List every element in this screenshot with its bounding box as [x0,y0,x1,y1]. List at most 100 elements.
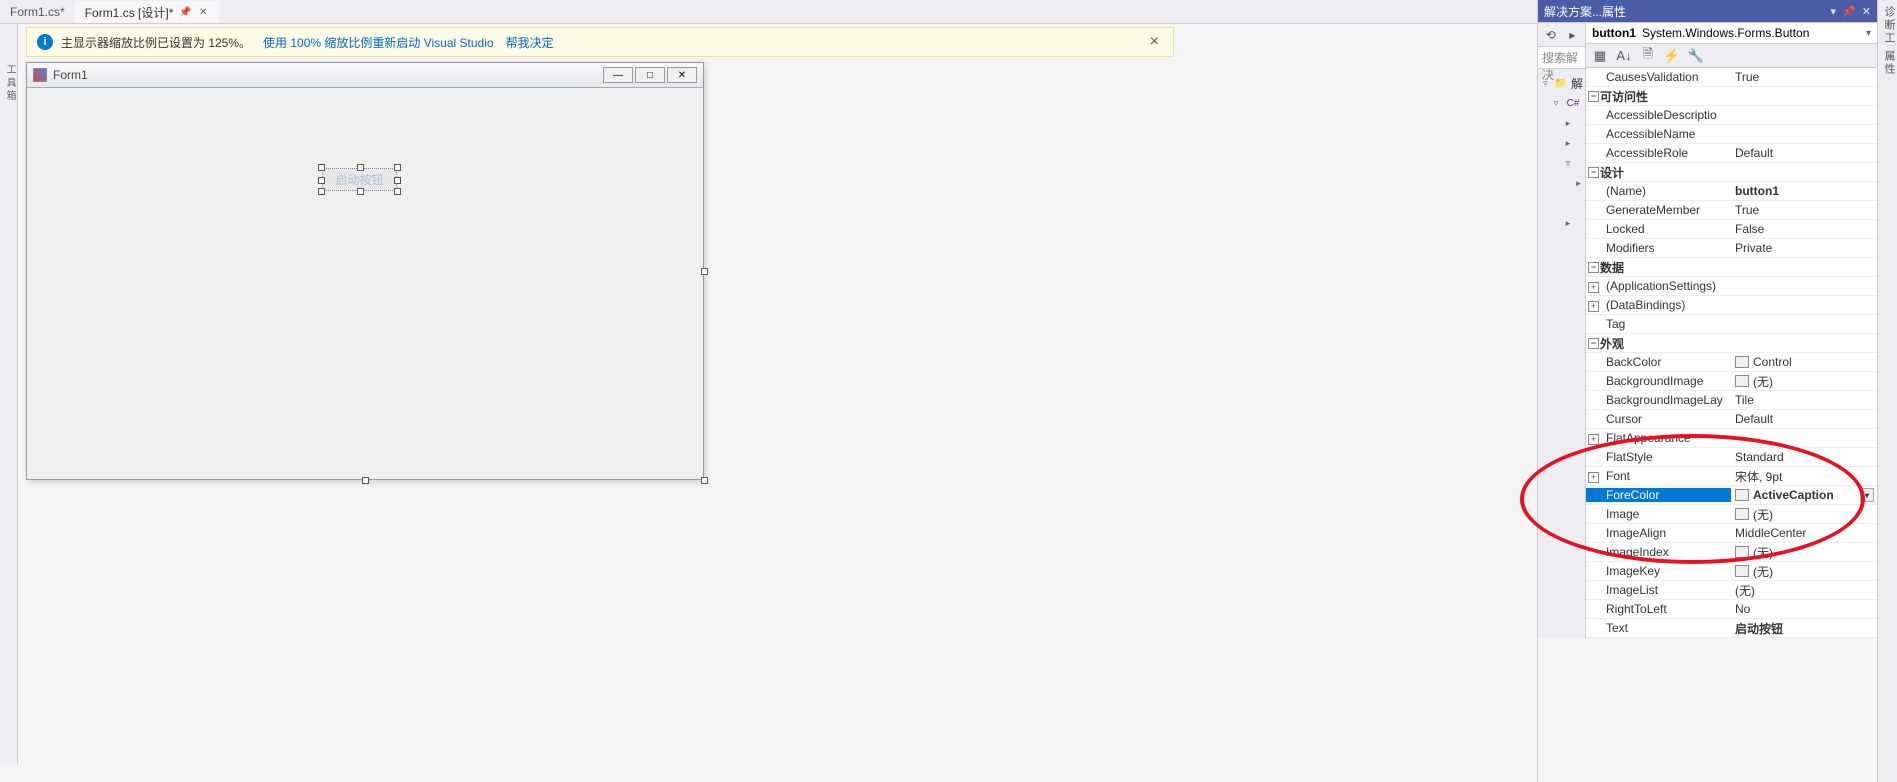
expand-icon[interactable]: + [1588,282,1599,293]
property-value[interactable]: Control [1731,355,1877,369]
expand-icon[interactable]: − [1588,167,1599,178]
property-row[interactable]: BackgroundImageLayTile [1586,391,1877,410]
property-row[interactable]: ImageAlignMiddleCenter [1586,524,1877,543]
close-icon[interactable]: ✕ [197,6,209,18]
property-value[interactable]: (无) [1731,563,1877,580]
expand-icon[interactable]: + [1588,472,1599,483]
property-object-selector[interactable]: button1 System.Windows.Forms.Button ▾ [1586,23,1877,44]
resize-handle[interactable] [394,188,401,195]
property-row[interactable]: ForeColorActiveCaption▾ [1586,486,1877,505]
property-row[interactable]: AccessibleRoleDefault [1586,144,1877,163]
property-row[interactable]: +(DataBindings) [1586,296,1877,315]
resize-handle[interactable] [318,177,325,184]
resize-handle[interactable] [318,188,325,195]
property-category[interactable]: −设计 [1586,163,1877,182]
home-icon[interactable]: ⟲ [1544,27,1558,43]
form-resize-handle[interactable] [362,477,369,484]
pin-icon[interactable]: 📌 [1842,5,1856,18]
property-value[interactable]: ActiveCaption▾ [1731,488,1877,502]
tab-form1-designer[interactable]: Form1.cs [设计]* 📌 ✕ [75,1,220,23]
selected-button-control[interactable]: 启动按钮 [322,168,397,191]
resize-handle[interactable] [357,188,364,195]
property-row[interactable]: ImageList(无) [1586,581,1877,600]
expand-icon[interactable]: − [1588,262,1599,273]
expand-icon[interactable]: − [1588,91,1599,102]
property-category[interactable]: −外观 [1586,334,1877,353]
expand-icon[interactable]: + [1588,434,1599,445]
property-value[interactable]: 宋体, 9pt [1731,468,1877,485]
property-row[interactable]: CursorDefault [1586,410,1877,429]
property-row[interactable]: BackgroundImage(无) [1586,372,1877,391]
sol-search[interactable]: 搜索解决 [1538,47,1585,69]
property-row[interactable]: CausesValidationTrue [1586,68,1877,87]
property-row[interactable]: Tag [1586,315,1877,334]
close-icon[interactable]: ✕ [1862,5,1871,18]
property-row[interactable]: (Name)button1 [1586,182,1877,201]
property-grid[interactable]: CausesValidationTrue−可访问性AccessibleDescr… [1586,68,1877,638]
events-icon[interactable]: ⚡ [1664,48,1680,64]
property-value[interactable]: No [1731,602,1877,616]
property-value[interactable]: Tile [1731,393,1877,407]
wrench-icon[interactable]: 🔧 [1688,48,1704,64]
property-value[interactable]: (无) [1731,582,1877,599]
resize-handle[interactable] [357,164,364,171]
property-row[interactable]: AccessibleDescriptio [1586,106,1877,125]
window-menu-icon[interactable]: ▾ [1831,5,1837,18]
property-row[interactable]: +Font宋体, 9pt [1586,467,1877,486]
left-toolbox-tab[interactable]: 工具箱 [0,24,18,764]
right-vert-tab-props[interactable]: 属性 [1877,46,1897,106]
maximize-button[interactable]: □ [635,67,665,83]
property-row[interactable]: LockedFalse [1586,220,1877,239]
more-icon[interactable]: ▸ [1566,27,1580,43]
form-designer[interactable]: Form1 — □ ✕ 启动按钮 [26,62,704,480]
property-row[interactable]: BackColorControl [1586,353,1877,372]
property-row[interactable]: ImageKey(无) [1586,562,1877,581]
property-row[interactable]: FlatStyleStandard [1586,448,1877,467]
property-row[interactable]: ImageIndex(无) [1586,543,1877,562]
properties-icon[interactable]: 🗎 [1640,48,1656,64]
solution-tree[interactable]: ▿📁解 ▿C# ▸ ▸ ▿ ▸ ▸ [1538,69,1585,237]
expand-icon[interactable]: + [1588,301,1599,312]
tab-form1-cs[interactable]: Form1.cs* [0,1,75,23]
property-value[interactable]: False [1731,222,1877,236]
close-notification-icon[interactable]: × [1146,33,1163,51]
right-vert-tab-diag[interactable]: 诊断工具 [1877,0,1897,782]
property-category[interactable]: −可访问性 [1586,87,1877,106]
categorized-icon[interactable]: ▦ [1592,48,1608,64]
property-value[interactable]: Standard [1731,450,1877,464]
help-decide-link[interactable]: 帮我决定 [506,34,554,51]
property-row[interactable]: GenerateMemberTrue [1586,201,1877,220]
property-row[interactable]: +(ApplicationSettings) [1586,277,1877,296]
property-row[interactable]: +FlatAppearance [1586,429,1877,448]
property-value[interactable]: (无) [1731,506,1877,523]
property-value[interactable]: (无) [1731,373,1877,390]
property-value[interactable]: 启动按钮 [1731,620,1877,637]
property-value[interactable]: Default [1731,412,1877,426]
restart-100-link[interactable]: 使用 100% 缩放比例重新启动 Visual Studio [263,34,494,51]
solution-explorer-header[interactable]: 解决方案...属性 ▾ 📌 ✕ [1538,0,1877,22]
form-body[interactable]: 启动按钮 [27,88,703,479]
minimize-button[interactable]: — [603,67,633,83]
property-row[interactable]: Image(无) [1586,505,1877,524]
property-row[interactable]: AccessibleName [1586,125,1877,144]
property-value[interactable]: (无) [1731,544,1877,561]
dropdown-icon[interactable]: ▾ [1866,28,1871,39]
property-row[interactable]: RightToLeftNo [1586,600,1877,619]
property-value[interactable]: True [1731,203,1877,217]
property-value[interactable]: MiddleCenter [1731,526,1877,540]
dropdown-icon[interactable]: ▾ [1860,488,1874,502]
property-value[interactable]: Default [1731,146,1877,160]
alphabetical-icon[interactable]: A↓ [1616,48,1632,64]
form-window[interactable]: Form1 — □ ✕ 启动按钮 [26,62,704,480]
expand-icon[interactable]: − [1588,338,1599,349]
close-button[interactable]: ✕ [667,67,697,83]
property-value[interactable]: Private [1731,241,1877,255]
pin-icon[interactable]: 📌 [179,6,191,18]
resize-handle[interactable] [318,164,325,171]
property-value[interactable]: button1 [1731,184,1877,198]
form-resize-handle[interactable] [701,268,708,275]
form-resize-handle[interactable] [701,477,708,484]
resize-handle[interactable] [394,177,401,184]
resize-handle[interactable] [394,164,401,171]
property-value[interactable]: True [1731,70,1877,84]
